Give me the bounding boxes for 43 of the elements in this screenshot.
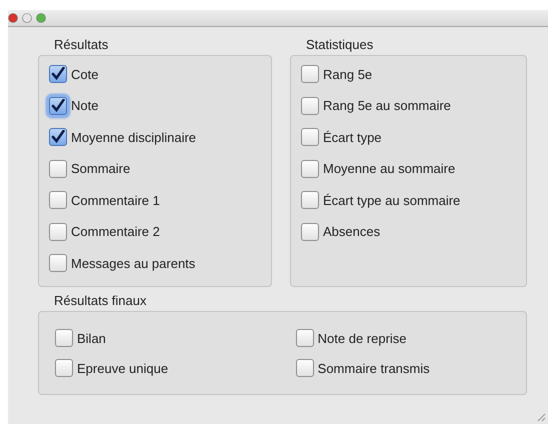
- checkbox[interactable]: [301, 222, 319, 240]
- checkbox[interactable]: [301, 65, 319, 83]
- checkbox[interactable]: [49, 65, 67, 83]
- checkbox[interactable]: [55, 359, 73, 377]
- checkbox[interactable]: [296, 329, 314, 347]
- checkbox[interactable]: [49, 160, 67, 178]
- checkbox-label: Moyenne au sommaire: [323, 161, 456, 176]
- zoom-button-icon[interactable]: [36, 13, 46, 23]
- checkbox[interactable]: [49, 254, 67, 272]
- checkbox[interactable]: [49, 222, 67, 240]
- checkbox-label: Rang 5e au sommaire: [323, 98, 451, 113]
- checkbox-label: Commentaire 2: [71, 224, 160, 239]
- checkbox[interactable]: [301, 191, 319, 209]
- minimize-button-icon[interactable]: [22, 13, 32, 23]
- checkbox-label: Écart type: [323, 130, 382, 144]
- checkbox[interactable]: [301, 96, 319, 114]
- group-title: Statistiques: [305, 37, 374, 54]
- checkbox[interactable]: [296, 359, 314, 377]
- checkbox-label: Commentaire 1: [71, 192, 160, 208]
- checkbox-label: Sommaire: [71, 161, 130, 176]
- checkbox-label: Epreuve unique: [77, 360, 168, 376]
- group-title: Résultats: [53, 37, 110, 54]
- checkbox-label: Messages au parents: [71, 256, 196, 270]
- checkbox-label: Cote: [71, 66, 98, 82]
- checkbox-label: Rang 5e: [323, 66, 372, 82]
- checkbox-label: Sommaire transmis: [318, 360, 430, 376]
- checkbox[interactable]: [49, 128, 67, 146]
- checkbox-label: Absences: [323, 224, 380, 239]
- checkbox-label: Bilan: [77, 330, 106, 346]
- checkbox[interactable]: [301, 128, 319, 146]
- checkbox-label: Moyenne disciplinaire: [71, 130, 196, 144]
- checkmark-icon: [51, 130, 65, 144]
- checkbox[interactable]: [301, 160, 319, 178]
- checkbox-label: Écart type au sommaire: [323, 192, 460, 208]
- checkbox[interactable]: [55, 329, 73, 347]
- group-title: Résultats finaux: [53, 293, 148, 310]
- close-button-icon[interactable]: [8, 13, 18, 23]
- checkbox-label: Note de reprise: [318, 330, 407, 346]
- checkmark-icon: [51, 67, 65, 81]
- checkbox[interactable]: [49, 191, 67, 209]
- resize-grip-icon[interactable]: [536, 412, 546, 422]
- checkmark-icon: [51, 98, 65, 112]
- checkbox-label: Note: [71, 98, 98, 113]
